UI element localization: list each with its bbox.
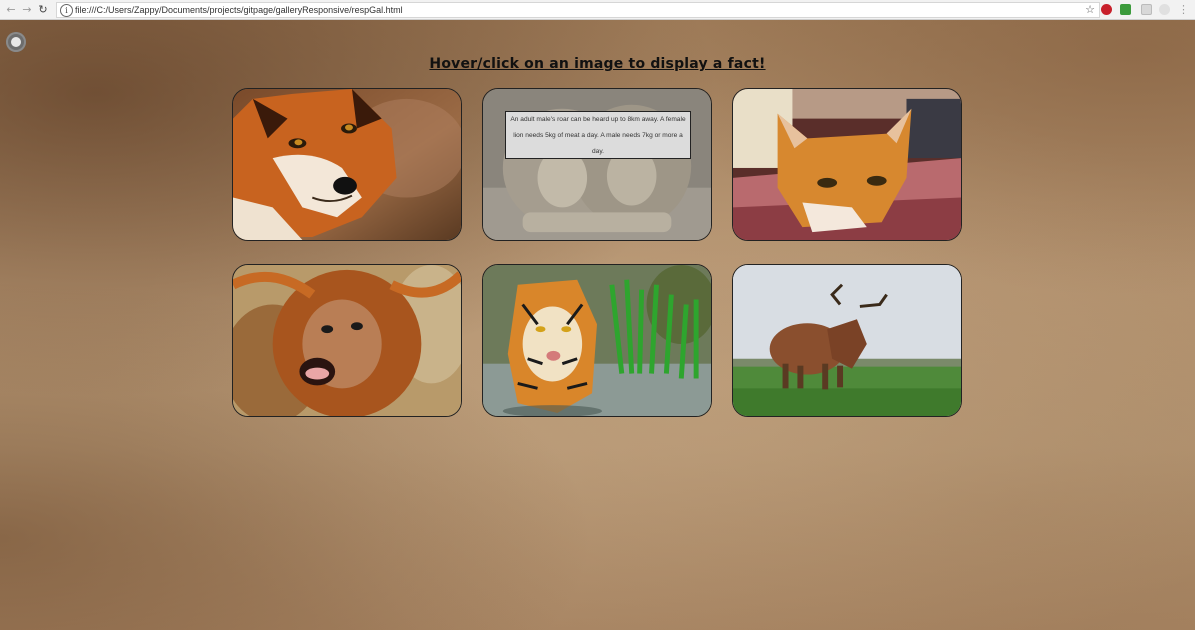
address-bar[interactable]: i file:///C:/Users/Zappy/Documents/proje…: [56, 2, 1100, 18]
highland-cow-image: [733, 265, 961, 416]
gallery-tile-tiger[interactable]: [482, 264, 712, 417]
reload-icon[interactable]: ↻: [36, 3, 50, 17]
page-heading: Hover/click on an image to display a fac…: [429, 56, 766, 72]
star-icon[interactable]: ☆: [1085, 3, 1095, 17]
fox-image: [233, 89, 461, 240]
gallery-tile-orangutan[interactable]: [232, 264, 462, 417]
cat-image: [733, 89, 961, 240]
gallery-tile-highland-cow[interactable]: [732, 264, 962, 417]
back-icon[interactable]: ←: [4, 3, 18, 17]
fact-overlay: An adult male's roar can be heard up to …: [505, 111, 691, 159]
green-extension-icon[interactable]: [1120, 4, 1131, 15]
menu-icon[interactable]: ⋮: [1178, 3, 1189, 17]
orangutan-image: [233, 265, 461, 416]
info-icon[interactable]: i: [60, 4, 73, 17]
extension-icon-2[interactable]: [1159, 4, 1170, 15]
corner-badge-icon: [6, 32, 26, 52]
gallery-tile-cat[interactable]: [732, 88, 962, 241]
url-text[interactable]: file:///C:/Users/Zappy/Documents/project…: [75, 3, 403, 17]
extension-icon[interactable]: [1141, 4, 1152, 15]
adblock-extension-icon[interactable]: [1101, 4, 1112, 15]
browser-toolbar: ← → ↻ i file:///C:/Users/Zappy/Documents…: [0, 0, 1195, 20]
gallery-tile-fox[interactable]: [232, 88, 462, 241]
forward-icon[interactable]: →: [20, 3, 34, 17]
gallery-tile-lions[interactable]: An adult male's roar can be heard up to …: [482, 88, 712, 241]
tiger-image: [483, 265, 711, 416]
